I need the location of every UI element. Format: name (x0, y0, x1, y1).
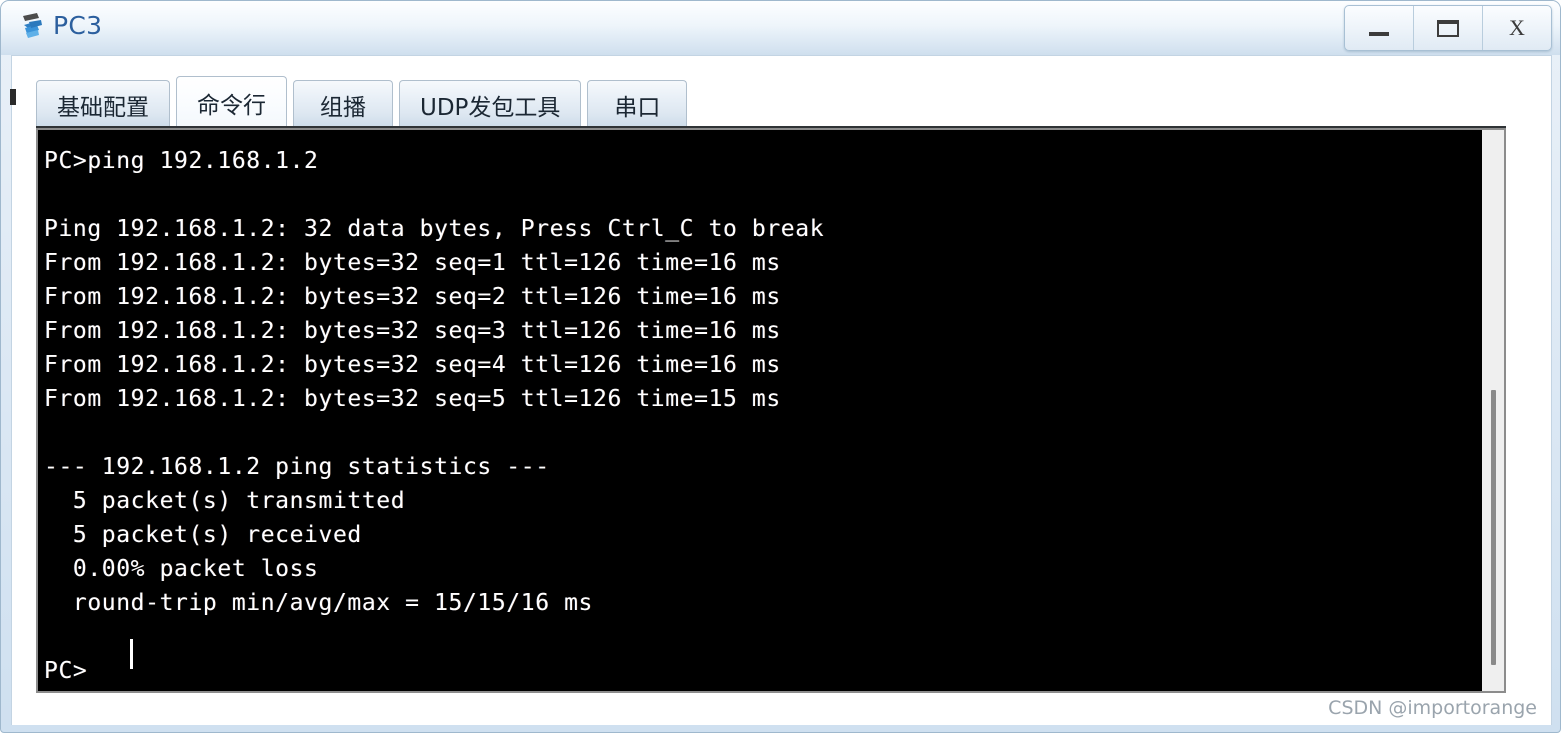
window-title: PC3 (53, 11, 103, 40)
tab-basic-config[interactable]: 基础配置 (36, 80, 170, 128)
minimize-button[interactable] (1345, 6, 1414, 50)
tab-label: 命令行 (197, 92, 266, 119)
terminal-cursor (130, 639, 133, 669)
maximize-button[interactable] (1414, 6, 1483, 50)
scrollbar-thumb[interactable] (1491, 390, 1496, 665)
window-content: 基础配置 命令行 组播 UDP发包工具 串口 PC>ping 192.168.1… (11, 55, 1552, 725)
tab-serial-port[interactable]: 串口 (587, 80, 688, 128)
terminal-console[interactable]: PC>ping 192.168.1.2 Ping 192.168.1.2: 32… (38, 130, 1482, 691)
tab-label: 组播 (320, 94, 366, 121)
device-pc-icon (17, 9, 51, 43)
tab-udp-packet-tool[interactable]: UDP发包工具 (399, 80, 582, 128)
terminal-panel: PC>ping 192.168.1.2 Ping 192.168.1.2: 32… (36, 128, 1506, 693)
maximize-icon (1414, 6, 1482, 50)
terminal-output: PC>ping 192.168.1.2 Ping 192.168.1.2: 32… (44, 148, 825, 684)
watermark-text: CSDN @importorange (1328, 697, 1537, 719)
pc3-window: PC3 X 基础配置 命令行 组播 UDP发包工具 串口 PC>ping 192… (0, 0, 1561, 733)
terminal-scrollbar[interactable] (1482, 130, 1504, 691)
tab-label: 基础配置 (57, 94, 149, 121)
minimize-icon (1345, 6, 1413, 50)
left-edge-notch (10, 89, 16, 105)
close-icon: X (1509, 15, 1525, 40)
tab-command-line[interactable]: 命令行 (176, 76, 287, 128)
tab-bar: 基础配置 命令行 组播 UDP发包工具 串口 (36, 76, 693, 128)
window-titlebar[interactable]: PC3 X (1, 1, 1560, 55)
window-controls: X (1344, 5, 1552, 51)
tab-label: UDP发包工具 (420, 94, 561, 121)
tab-multicast[interactable]: 组播 (293, 80, 393, 128)
close-button[interactable]: X (1483, 6, 1551, 50)
tab-label: 串口 (614, 94, 661, 121)
